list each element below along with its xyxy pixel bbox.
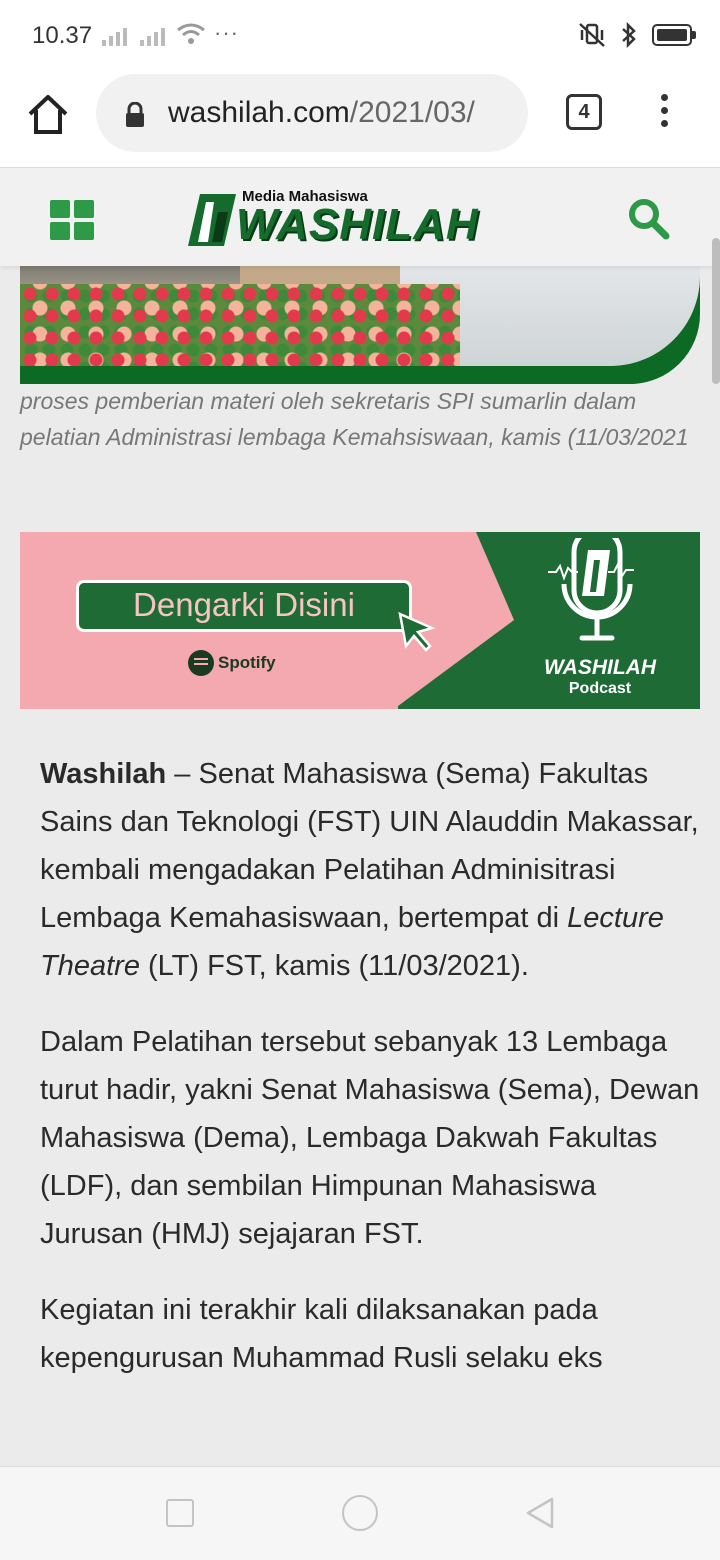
cursor-icon — [398, 611, 436, 652]
home-button[interactable] — [342, 1495, 378, 1531]
status-bar: 10.37 ··· — [0, 0, 720, 70]
article-paragraph-2: Dalam Pelatihan tersebut sebanyak 13 Lem… — [40, 1026, 700, 1250]
spotify-icon — [188, 650, 214, 676]
spotify-label: Spotify — [218, 653, 276, 672]
signal-icon — [102, 26, 127, 46]
wifi-icon — [177, 23, 205, 44]
battery-icon — [652, 24, 696, 46]
back-icon[interactable] — [522, 1495, 558, 1531]
article-paragraph-1: Washilah – Senat Mahasiswa (Sema) Fakult… — [40, 758, 699, 982]
search-icon[interactable] — [626, 196, 672, 242]
url-path: /2021/03/ — [349, 96, 475, 129]
vibrate-icon — [579, 23, 605, 47]
status-time: 10.37 — [32, 22, 93, 49]
article-image — [20, 266, 700, 384]
bluetooth-icon — [622, 22, 636, 48]
url-domain: washilah.com — [168, 96, 350, 129]
lock-icon — [126, 102, 144, 127]
system-navigation-bar — [0, 1466, 720, 1560]
signal-icon-2 — [140, 26, 165, 46]
more-notifications-icon: ··· — [214, 20, 239, 45]
url-text[interactable]: washilah.com/2021/03/ — [168, 96, 475, 130]
logo-big-text: WASHILAH — [236, 200, 479, 249]
podcast-subtitle: Podcast — [568, 680, 632, 697]
podcast-name: WASHILAH — [544, 656, 656, 679]
browser-menu-icon[interactable] — [650, 94, 678, 134]
site-logo[interactable]: Media Mahasiswa WASHILAH — [184, 186, 540, 250]
article-body: Washilah – Senat Mahasiswa (Sema) Fakult… — [40, 750, 700, 1410]
scrollbar[interactable] — [712, 238, 720, 384]
home-icon[interactable] — [26, 92, 70, 136]
article-paragraph-3: Kegiatan ini terakhir kali dilaksanakan … — [40, 1294, 603, 1374]
spotify-logo: Spotify — [188, 650, 276, 676]
podcast-microphone-icon — [548, 538, 634, 641]
image-caption: proses pemberian materi oleh sekretaris … — [20, 388, 689, 450]
recent-apps-button[interactable] — [166, 1499, 194, 1527]
tab-switcher-button[interactable]: 4 — [566, 94, 602, 130]
logo-mark-icon — [188, 194, 236, 246]
article-lead-bold: Washilah — [40, 758, 167, 790]
browser-toolbar: washilah.com/2021/03/ 4 — [0, 70, 720, 168]
menu-grid-icon[interactable] — [50, 200, 94, 240]
podcast-banner[interactable]: Dengarki Disini Spotify WASHILAH Podcast — [20, 532, 700, 709]
listen-here-button[interactable]: Dengarki Disini — [76, 580, 412, 632]
url-bar[interactable]: washilah.com/2021/03/ — [96, 74, 528, 152]
site-header: Media Mahasiswa WASHILAH — [0, 168, 720, 266]
